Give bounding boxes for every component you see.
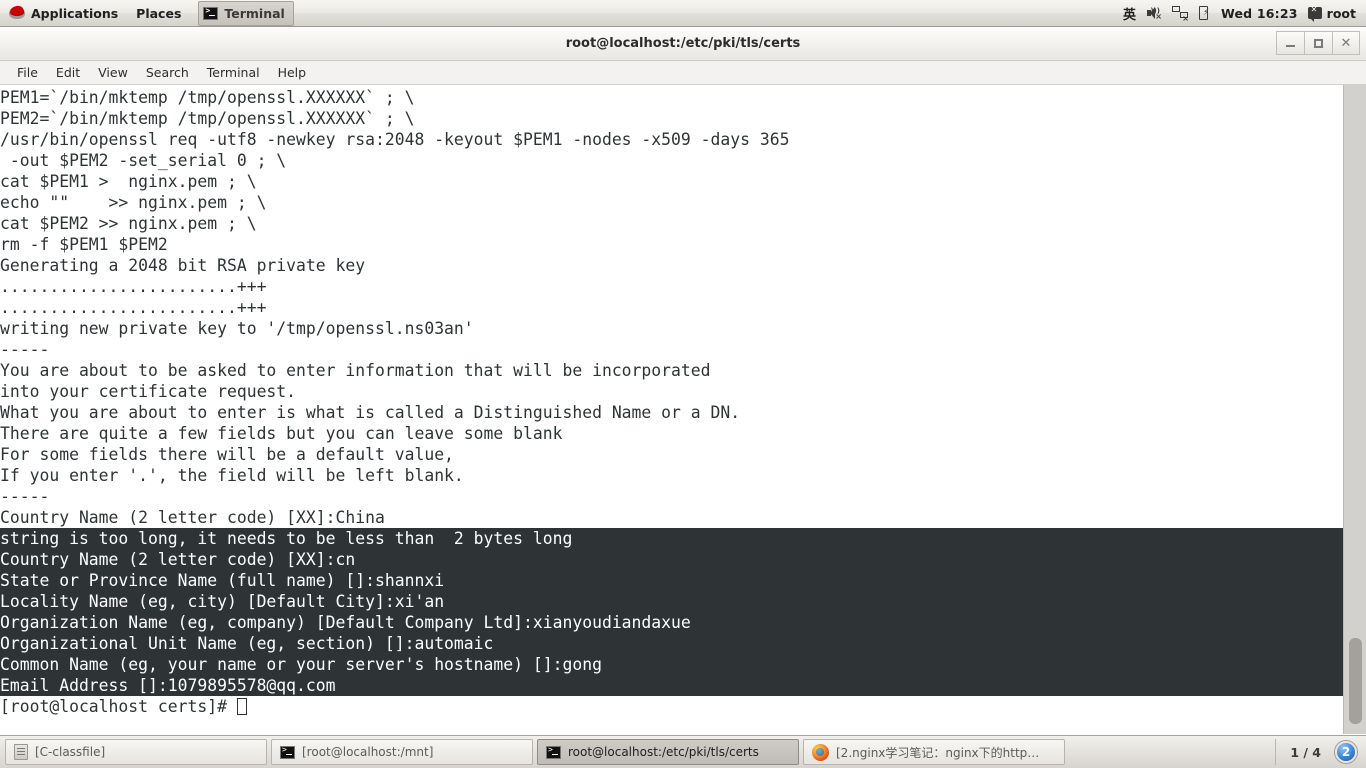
network-disconnected-icon[interactable]: × — [1171, 6, 1189, 23]
terminal-window: root@localhost:/etc/pki/tls/certs ✕ File… — [0, 27, 1366, 735]
taskbar-item-label: [root@localhost:/mnt] — [302, 745, 434, 759]
taskbar-item-firefox[interactable]: [2.nginx学习笔记：nginx下的http… — [803, 739, 1065, 765]
terminal-line: /usr/bin/openssl req -utf8 -newkey rsa:2… — [0, 130, 790, 149]
minimize-button[interactable] — [1276, 31, 1304, 55]
battery-charging-icon[interactable]: ⚡ — [1198, 5, 1211, 21]
close-button[interactable]: ✕ — [1332, 31, 1360, 55]
terminal-line: ----- — [0, 340, 50, 359]
terminal-line: Common Name (eg, your name or your serve… — [0, 654, 1343, 675]
terminal-viewport[interactable]: PEM1=`/bin/mktemp /tmp/openssl.XXXXXX` ;… — [0, 85, 1366, 734]
workspace-switcher[interactable]: 1 / 4 — [1275, 739, 1335, 765]
terminal-line: echo "" >> nginx.pem ; \ — [0, 193, 267, 212]
terminal-line: There are quite a few fields but you can… — [0, 424, 563, 443]
terminal-line: You are about to be asked to enter infor… — [0, 361, 711, 380]
taskbar-item-label: root@localhost:/etc/pki/tls/certs — [568, 745, 759, 759]
terminal-line: Email Address []:1079895578@qq.com — [0, 675, 1343, 696]
terminal-line: string is too long, it needs to be less … — [0, 528, 1343, 549]
terminal-line: For some fields there will be a default … — [0, 445, 454, 464]
window-list-item-terminal-label: Terminal — [224, 5, 285, 21]
top-panel: Applications Places Terminal 英 )))× × ⚡ — [0, 0, 1366, 27]
taskbar-item-root-certs[interactable]: root@localhost:/etc/pki/tls/certs — [537, 739, 799, 765]
terminal-prompt: [root@localhost certs]# — [0, 697, 237, 716]
taskbar: [C-classfile] [root@localhost:/mnt] root… — [0, 735, 1366, 768]
volume-muted-icon[interactable]: ))) × — [1146, 6, 1162, 21]
terminal-icon — [280, 745, 295, 759]
terminal-line: cat $PEM2 >> nginx.pem ; \ — [0, 214, 257, 233]
applications-menu-label: Applications — [31, 5, 119, 21]
terminal-icon — [546, 745, 561, 759]
menu-edit[interactable]: Edit — [47, 63, 89, 82]
places-menu[interactable]: Places — [127, 0, 190, 26]
terminal-line: -out $PEM2 -set_serial 0 ; \ — [0, 151, 287, 170]
terminal-scrollbar[interactable] — [1343, 85, 1366, 734]
terminal-line: into your certificate request. — [0, 382, 297, 401]
terminal-output[interactable]: PEM1=`/bin/mktemp /tmp/openssl.XXXXXX` ;… — [0, 85, 1343, 734]
taskbar-item-label: [C-classfile] — [35, 745, 106, 759]
taskbar-item-c-classfile[interactable]: [C-classfile] — [5, 739, 267, 765]
window-list-item-terminal[interactable]: Terminal — [198, 0, 294, 26]
terminal-line: ........................+++ — [0, 277, 267, 296]
maximize-button[interactable] — [1304, 31, 1332, 55]
terminal-line: PEM2=`/bin/mktemp /tmp/openssl.XXXXXX` ;… — [0, 109, 415, 128]
terminal-scrollbar-thumb[interactable] — [1349, 638, 1362, 724]
terminal-line: rm -f $PEM1 $PEM2 — [0, 235, 168, 254]
terminal-icon — [203, 6, 219, 20]
terminal-line: ----- — [0, 487, 50, 506]
terminal-line: writing new private key to '/tmp/openssl… — [0, 319, 474, 338]
terminal-line: ........................+++ — [0, 298, 267, 317]
taskbar-item-root-mnt[interactable]: [root@localhost:/mnt] — [271, 739, 533, 765]
terminal-cursor — [236, 698, 247, 715]
notification-badge[interactable]: 2 — [1335, 741, 1357, 763]
system-tray: 英 )))× × ⚡ Wed 16:23 root — [1123, 4, 1366, 23]
places-menu-label: Places — [136, 5, 182, 21]
terminal-line: Organization Name (eg, company) [Default… — [0, 612, 1343, 633]
file-manager-icon — [14, 744, 28, 760]
terminal-line: Country Name (2 letter code) [XX]:China — [0, 508, 385, 527]
chat-status-icon — [1307, 5, 1322, 22]
input-method-indicator[interactable]: 英 — [1123, 4, 1136, 23]
applications-menu[interactable]: Applications — [0, 0, 127, 26]
menubar: File Edit View Search Terminal Help — [0, 61, 1366, 85]
terminal-line: If you enter '.', the field will be left… — [0, 466, 464, 485]
clock[interactable]: Wed 16:23 — [1221, 6, 1298, 21]
menu-search[interactable]: Search — [137, 63, 198, 82]
menu-view[interactable]: View — [89, 63, 137, 82]
redhat-logo-icon — [9, 5, 25, 21]
user-menu-label: root — [1326, 5, 1356, 21]
terminal-line: PEM1=`/bin/mktemp /tmp/openssl.XXXXXX` ;… — [0, 88, 415, 107]
terminal-line: Organizational Unit Name (eg, section) [… — [0, 633, 1343, 654]
terminal-line: cat $PEM1 > nginx.pem ; \ — [0, 172, 257, 191]
terminal-prompt-line[interactable]: [root@localhost certs]# — [0, 696, 1343, 717]
terminal-line: State or Province Name (full name) []:sh… — [0, 570, 1343, 591]
terminal-line: Generating a 2048 bit RSA private key — [0, 256, 366, 275]
window-titlebar[interactable]: root@localhost:/etc/pki/tls/certs ✕ — [0, 27, 1366, 61]
menu-terminal[interactable]: Terminal — [198, 63, 269, 82]
window-title: root@localhost:/etc/pki/tls/certs — [565, 36, 801, 51]
input-method-label: 英 — [1122, 7, 1136, 23]
terminal-line: Country Name (2 letter code) [XX]:cn — [0, 549, 1343, 570]
terminal-line: Locality Name (eg, city) [Default City]:… — [0, 591, 1343, 612]
menu-file[interactable]: File — [8, 63, 47, 82]
user-menu[interactable]: root — [1307, 5, 1356, 22]
window-controls: ✕ — [1276, 31, 1360, 55]
firefox-icon — [812, 743, 829, 761]
taskbar-item-label: [2.nginx学习笔记：nginx下的http… — [836, 745, 1040, 760]
terminal-line: What you are about to enter is what is c… — [0, 403, 741, 422]
menu-help[interactable]: Help — [269, 63, 316, 82]
